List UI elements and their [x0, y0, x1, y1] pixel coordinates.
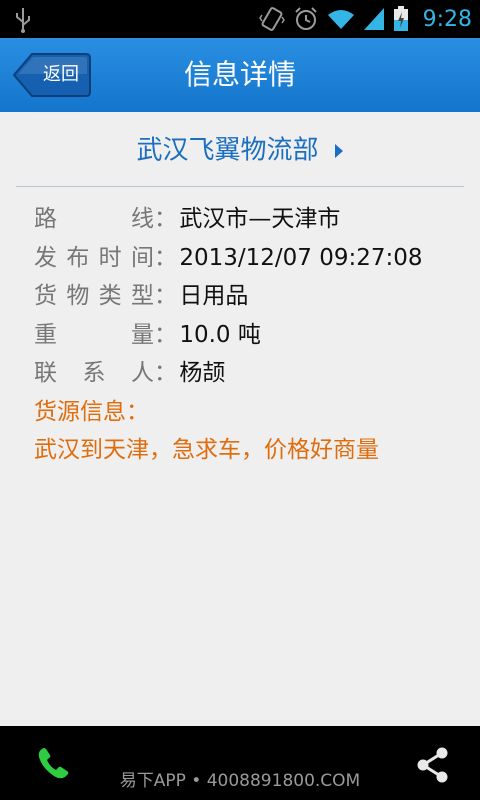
share-icon[interactable] — [414, 746, 452, 784]
type-colon: ： — [154, 283, 177, 309]
signal-icon — [363, 8, 384, 30]
wifi-icon — [327, 10, 354, 29]
battery-charging-icon — [393, 6, 408, 31]
time-colon: ： — [154, 244, 177, 271]
type-label: 货物类型 — [34, 283, 154, 309]
type-value: 日用品 — [179, 283, 249, 309]
back-button[interactable]: 返回 — [12, 52, 91, 98]
time-value: 2013/12/07 09:27:08 — [179, 244, 423, 271]
contact-colon: ： — [154, 360, 177, 386]
time-label: 发布时间 — [34, 244, 154, 271]
weight-colon: ： — [154, 321, 177, 348]
chevron-right-icon — [334, 143, 343, 158]
company-link[interactable]: 武汉飞翼物流部 — [16, 120, 464, 180]
type-row: 货物类型： 日用品 — [34, 277, 474, 316]
contact-value: 杨颉 — [179, 360, 226, 386]
route-label: 路 线 — [34, 206, 154, 232]
route-colon: ： — [154, 206, 177, 232]
weight-row: 重 量： 10.0 吨 — [34, 316, 474, 355]
company-name: 武汉飞翼物流部 — [136, 135, 319, 166]
weight-label: 重 量 — [34, 321, 154, 348]
contact-label: 联 系 人 — [34, 360, 154, 386]
phone-icon[interactable] — [34, 746, 74, 782]
bottom-bar: 易下APP • 4008891800.COM — [0, 726, 480, 800]
source-label-row: 货源信息： — [34, 393, 474, 432]
vibrate-icon — [258, 7, 285, 31]
clock: 9:28 — [422, 6, 472, 32]
details-list: 路 线： 武汉市—天津市 发布时间： 2013/12/07 09:27:08 货… — [34, 200, 474, 470]
footer-text: 易下APP • 4008891800.COM — [119, 771, 361, 791]
contact-row: 联 系 人： 杨颉 — [34, 354, 474, 393]
source-value: 武汉到天津，急求车，价格好商量 — [34, 437, 379, 463]
divider — [16, 186, 464, 187]
weight-value: 10.0 吨 — [179, 321, 261, 348]
source-value-row: 武汉到天津，急求车，价格好商量 — [34, 431, 474, 470]
status-bar: 9:28 — [0, 0, 480, 38]
source-colon: ： — [126, 398, 149, 425]
route-value: 武汉市—天津市 — [179, 206, 341, 232]
back-button-label: 返回 — [43, 64, 79, 85]
time-row: 发布时间： 2013/12/07 09:27:08 — [34, 239, 474, 278]
alarm-icon — [294, 7, 317, 30]
usb-icon — [16, 8, 30, 33]
source-label: 货源信息 — [34, 398, 126, 425]
route-row: 路 线： 武汉市—天津市 — [34, 200, 474, 239]
